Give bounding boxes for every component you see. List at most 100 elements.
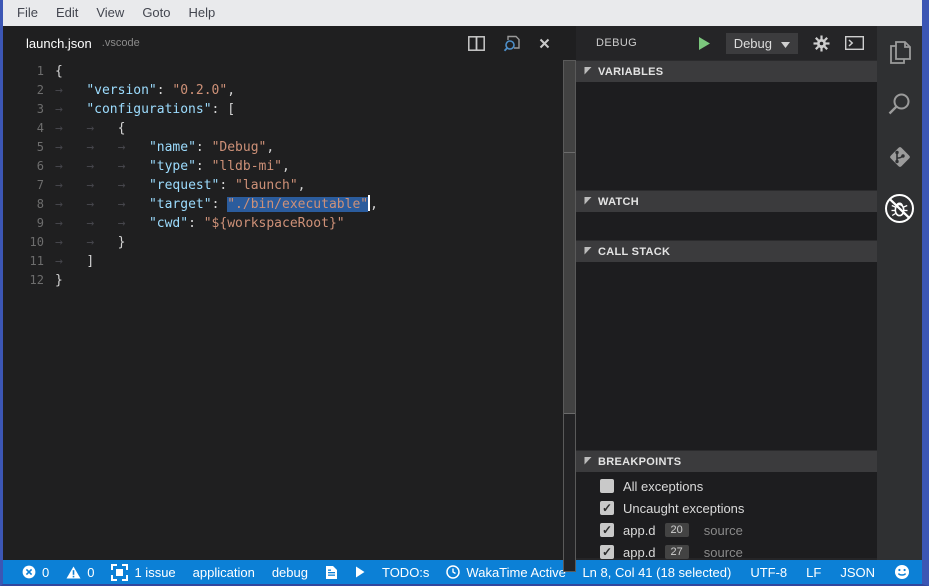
- breakpoint-label: Uncaught exceptions: [623, 501, 744, 516]
- chevron-down-icon: [781, 36, 790, 51]
- open-preview-icon: [503, 35, 521, 52]
- status-item-warnings[interactable]: 0: [66, 565, 94, 580]
- breakpoint-checkbox[interactable]: [600, 479, 614, 493]
- line-number: 6: [3, 157, 55, 176]
- status-item-doc[interactable]: [325, 565, 338, 580]
- code-token: "./bin/executable": [227, 197, 368, 212]
- activity-item-debug[interactable]: [877, 196, 922, 226]
- main-area: launch.json .vscode 1{2→ "version": "0.2…: [3, 26, 922, 560]
- code-token: →: [118, 140, 149, 155]
- twistie-icon: [584, 66, 592, 78]
- status-item-todos[interactable]: TODO:s: [382, 565, 429, 580]
- open-console-button[interactable]: [845, 36, 864, 50]
- code-token: →: [118, 197, 149, 212]
- line-number: 11: [3, 252, 55, 271]
- status-label: TODO:s: [382, 565, 429, 580]
- status-item-wakatime[interactable]: WakaTime Active: [446, 565, 565, 580]
- breakpoint-checkbox[interactable]: [600, 523, 614, 537]
- vscode-window: FileEditViewGotoHelp launch.json .vscode…: [0, 0, 929, 586]
- breakpoint-label: app.d: [623, 545, 656, 560]
- line-number: 3: [3, 100, 55, 119]
- code-line: 11→ ]: [3, 252, 576, 271]
- status-item-errors[interactable]: 0: [22, 565, 49, 580]
- breakpoint-row[interactable]: All exceptions: [576, 475, 877, 497]
- twistie-icon: [584, 456, 592, 468]
- menu-bar: FileEditViewGotoHelp: [3, 0, 922, 26]
- activity-item-explorer[interactable]: [877, 40, 922, 70]
- editor-actions: [468, 35, 550, 52]
- code-text: → → }: [55, 233, 125, 252]
- code-token: →: [86, 216, 117, 231]
- editor-scrollbar[interactable]: [563, 60, 576, 572]
- code-token: "target": [149, 197, 212, 212]
- breakpoint-row[interactable]: app.d20source: [576, 519, 877, 541]
- status-item-issues[interactable]: 1 issue: [111, 564, 175, 581]
- pane-header-watch[interactable]: WATCH: [576, 190, 877, 212]
- status-item-feedback[interactable]: [894, 564, 910, 580]
- status-label: 0: [87, 565, 94, 580]
- menu-item-view[interactable]: View: [87, 0, 133, 26]
- code-text: }: [55, 271, 63, 290]
- search-icon: [887, 92, 912, 122]
- pane-header-callstack[interactable]: CALL STACK: [576, 240, 877, 262]
- code-token: →: [86, 140, 117, 155]
- code-token: "lldb-mi": [212, 159, 282, 174]
- code-token: }: [118, 235, 126, 250]
- breakpoint-checkbox[interactable]: [600, 501, 614, 515]
- pane-header-variables[interactable]: VARIABLES: [576, 60, 877, 82]
- code-token: →: [86, 197, 117, 212]
- twistie-icon: [584, 196, 592, 208]
- activity-bar: [877, 26, 922, 560]
- pane-body-callstack: [576, 262, 877, 450]
- configure-gear-button[interactable]: [813, 35, 830, 52]
- code-token: →: [118, 178, 149, 193]
- status-item-eol[interactable]: LF: [806, 565, 821, 580]
- status-label: Ln 8, Col 41 (18 selected): [582, 565, 731, 580]
- code-text: → → → "target": "./bin/executable",: [55, 195, 378, 214]
- menu-item-help[interactable]: Help: [180, 0, 225, 26]
- activity-item-git[interactable]: [877, 144, 922, 174]
- start-debug-button[interactable]: [698, 36, 711, 51]
- line-number: 7: [3, 176, 55, 195]
- code-token: "request": [149, 178, 219, 193]
- tab-file-name[interactable]: launch.json: [26, 36, 92, 51]
- status-item-encoding[interactable]: UTF-8: [750, 565, 787, 580]
- breakpoint-row[interactable]: Uncaught exceptions: [576, 497, 877, 519]
- code-token: →: [55, 140, 86, 155]
- breakpoint-row[interactable]: app.d27source: [576, 541, 877, 560]
- debug-config-dropdown[interactable]: Debug: [726, 33, 798, 54]
- status-left-group: 0 0 1 issue application debug TODO:s WakaTime …: [22, 564, 566, 581]
- pane-header-breakpoints[interactable]: BREAKPOINTS: [576, 450, 877, 472]
- status-item-debug-config[interactable]: debug: [272, 565, 308, 580]
- breakpoint-label: app.d: [623, 523, 656, 538]
- code-token: {: [55, 64, 63, 79]
- menu-item-edit[interactable]: Edit: [47, 0, 87, 26]
- debug-sidebar: DEBUG Debug VARIABLESWATCHCALL STACKBREA…: [576, 26, 877, 560]
- menu-item-file[interactable]: File: [8, 0, 47, 26]
- code-token: :: [219, 178, 235, 193]
- status-item-cursor-position[interactable]: Ln 8, Col 41 (18 selected): [582, 565, 731, 580]
- code-token: :: [212, 197, 228, 212]
- code-text: → → → "cwd": "${workspaceRoot}": [55, 214, 345, 233]
- split-editor-button[interactable]: [468, 36, 485, 51]
- editor-group: launch.json .vscode 1{2→ "version": "0.2…: [3, 26, 576, 560]
- code-token: [: [227, 102, 235, 117]
- status-label: JSON: [840, 565, 875, 580]
- status-item-application[interactable]: application: [193, 565, 255, 580]
- close-button[interactable]: [539, 38, 550, 49]
- breakpoint-checkbox[interactable]: [600, 545, 614, 559]
- status-item-run[interactable]: [355, 566, 365, 578]
- menu-item-goto[interactable]: Goto: [133, 0, 179, 26]
- code-token: →: [55, 216, 86, 231]
- activity-item-search[interactable]: [877, 92, 922, 122]
- smiley-icon: [894, 564, 910, 580]
- code-token: →: [55, 235, 86, 250]
- code-editor[interactable]: 1{2→ "version": "0.2.0",3→ "configuratio…: [3, 60, 576, 560]
- status-item-language-mode[interactable]: JSON: [840, 565, 875, 580]
- scrollbar-thumb[interactable]: [564, 61, 575, 414]
- open-preview-button[interactable]: [503, 35, 521, 52]
- code-line: 10→ → }: [3, 233, 576, 252]
- pane-title: WATCH: [598, 196, 639, 208]
- file-doc-icon: [325, 565, 338, 580]
- code-text: → "version": "0.2.0",: [55, 81, 235, 100]
